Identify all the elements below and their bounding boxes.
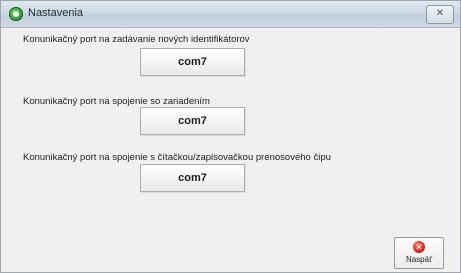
back-button[interactable]: ✕ Naspäť xyxy=(394,237,444,269)
device-port-button[interactable]: com7 xyxy=(140,107,245,135)
settings-window: Nastavenia ✕ Konunikačný port na zadávan… xyxy=(0,0,461,273)
close-icon: ✕ xyxy=(435,8,445,19)
chip-reader-port-button[interactable]: com7 xyxy=(140,164,245,192)
window-title: Nastavenia xyxy=(28,7,84,19)
new-id-port-label: Konunikačný port na zadávanie nových ide… xyxy=(23,34,250,45)
device-port-label: Konunikačný port na spojenie so zariaden… xyxy=(23,96,210,107)
close-circle-icon: ✕ xyxy=(413,241,425,253)
chip-reader-port-label: Konunikačný port na spojenie s čítačkou/… xyxy=(23,152,331,163)
close-button[interactable]: ✕ xyxy=(426,5,454,24)
title-bar[interactable]: Nastavenia ✕ xyxy=(1,1,460,28)
new-id-port-button[interactable]: com7 xyxy=(140,48,245,76)
app-icon xyxy=(9,7,23,21)
back-button-label: Naspäť xyxy=(405,255,433,264)
